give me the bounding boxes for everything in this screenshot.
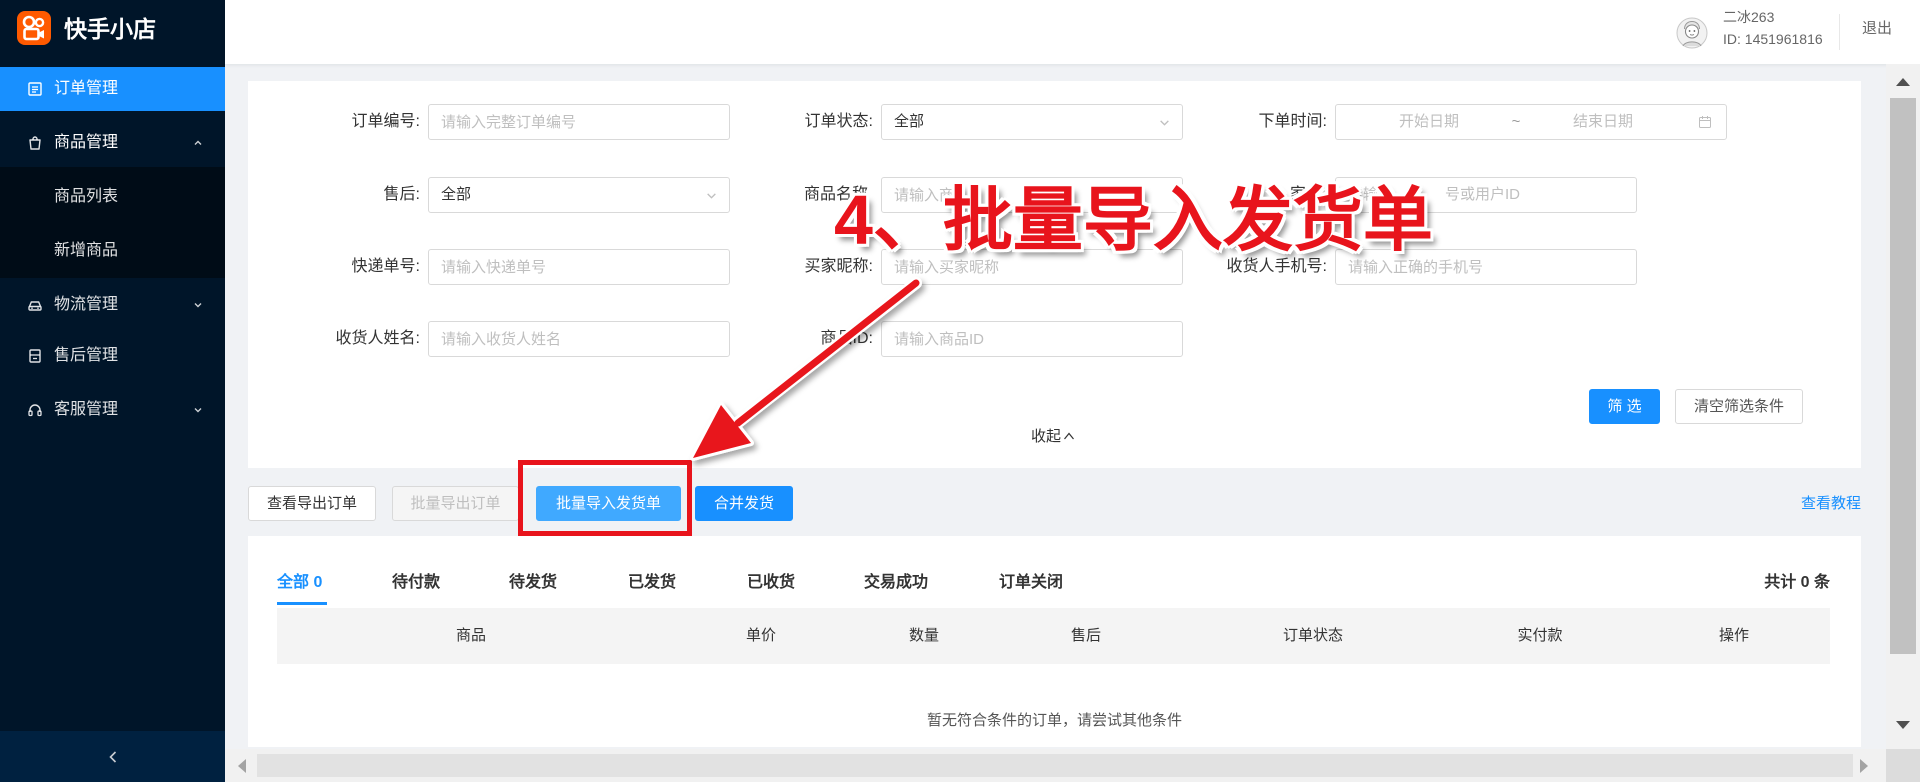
sidebar-item-label: 物流管理 (54, 296, 119, 313)
total-count: 共计 0 条 (1764, 574, 1830, 591)
filter-panel: 订单编号: 订单状态: 全部 下单时间: 开始日期 ~ 结束日期 售后: 全部 … (248, 81, 1861, 468)
express-no-label: 快递单号: (351, 258, 420, 275)
header-divider (1839, 14, 1840, 50)
logo-area[interactable]: 快手小店 (0, 0, 225, 67)
sidebar-item-logistics[interactable]: 物流管理 (0, 283, 225, 327)
chevron-left-icon (109, 751, 117, 763)
headset-icon (28, 404, 42, 417)
horizontal-scrollbar-thumb[interactable] (257, 754, 1853, 777)
top-header: 二冰263 ID: 1451961816 退出 (225, 0, 1920, 64)
car-icon (28, 301, 42, 311)
tab-completed[interactable]: 交易成功 (864, 571, 928, 595)
order-time-range-picker[interactable]: 开始日期 ~ 结束日期 (1335, 104, 1727, 140)
active-tab-underline (277, 602, 327, 605)
column-header-product: 商品 (455, 627, 486, 644)
date-range-separator: ~ (1511, 113, 1521, 130)
order-list-icon (28, 82, 42, 96)
receiver-name-label: 收货人姓名: (335, 330, 420, 347)
clear-filters-button[interactable]: 清空筛选条件 (1675, 389, 1803, 424)
empty-table-message: 暂无符合条件的订单，请尝试其他条件 (926, 712, 1182, 729)
logout-link[interactable]: 退出 (1862, 18, 1892, 40)
after-sales-icon (29, 349, 41, 363)
scroll-down-arrow-icon[interactable] (1896, 721, 1910, 729)
sidebar-subitem-add-product[interactable]: 新增商品 (0, 229, 225, 273)
collapse-label: 收起 (1030, 428, 1061, 445)
search-button[interactable]: 筛 选 (1589, 389, 1660, 424)
sidebar-collapse-button[interactable] (0, 731, 225, 782)
view-export-orders-button[interactable]: 查看导出订单 (248, 486, 376, 521)
merge-shipping-button[interactable]: 合并发货 (695, 486, 793, 521)
sidebar-item-customer-service[interactable]: 客服管理 (0, 388, 225, 432)
avatar-icon[interactable] (1676, 17, 1708, 49)
tab-received[interactable]: 已收货 (747, 571, 795, 595)
tab-closed[interactable]: 订单关闭 (999, 571, 1063, 595)
column-header-actions: 操作 (1718, 627, 1749, 644)
annotation-highlight-box (518, 460, 692, 536)
tab-pending-shipment[interactable]: 待发货 (509, 571, 557, 595)
tutorial-link[interactable]: 查看教程 (1801, 492, 1861, 516)
sidebar-item-label: 商品管理 (54, 134, 119, 151)
scroll-right-arrow-icon[interactable] (1860, 759, 1868, 773)
end-date-placeholder[interactable]: 结束日期 (1563, 105, 1643, 139)
column-header-order-status: 订单状态 (1282, 627, 1343, 644)
after-sale-label: 售后: (383, 186, 420, 203)
order-status-value: 全部 (894, 113, 925, 130)
tab-shipped[interactable]: 已发货 (628, 571, 676, 595)
tab-pending-payment[interactable]: 待付款 (392, 571, 440, 595)
logo-text: 快手小店 (64, 16, 156, 42)
express-no-input[interactable] (428, 249, 730, 285)
shopping-bag-icon (29, 136, 41, 150)
after-sale-select[interactable]: 全部 (428, 177, 730, 213)
horizontal-scrollbar[interactable] (225, 749, 1886, 782)
chevron-down-icon (194, 303, 202, 308)
user-id: ID: 1451961816 (1723, 31, 1823, 47)
order-time-label: 下单时间: (1258, 113, 1327, 130)
sidebar-item-label: 订单管理 (54, 80, 119, 97)
sidebar-subitem-label: 商品列表 (54, 188, 119, 205)
column-header-after-sale: 售后 (1070, 627, 1101, 644)
sidebar-subitem-label: 新增商品 (54, 242, 119, 259)
chevron-up-icon (1064, 432, 1074, 440)
scroll-up-arrow-icon[interactable] (1896, 78, 1910, 86)
column-header-paid-amount: 实付款 (1517, 627, 1563, 644)
table-header: 商品 单价 数量 售后 订单状态 实付款 操作 (277, 608, 1830, 664)
start-date-placeholder[interactable]: 开始日期 (1389, 105, 1469, 139)
vertical-scrollbar-thumb[interactable] (1890, 98, 1916, 654)
sidebar-item-after-sales[interactable]: 售后管理 (0, 334, 225, 378)
column-header-quantity: 数量 (908, 627, 939, 644)
calendar-icon (1699, 116, 1711, 128)
product-id-label: 商品ID: (820, 330, 873, 347)
order-no-input[interactable] (428, 104, 730, 140)
sidebar-item-products[interactable]: 商品管理 (0, 121, 225, 165)
batch-export-orders-button[interactable]: 批量导出订单 (392, 486, 519, 521)
product-id-input[interactable] (881, 321, 1183, 357)
sidebar-item-label: 售后管理 (54, 347, 119, 364)
scroll-left-arrow-icon[interactable] (238, 759, 246, 773)
tab-all[interactable]: 全部 0 (277, 571, 322, 595)
user-name: 二冰263 (1723, 9, 1775, 25)
scrollbar-corner (1886, 749, 1920, 782)
order-status-select[interactable]: 全部 (881, 104, 1183, 140)
sidebar-item-label: 客服管理 (54, 401, 119, 418)
chevron-up-icon (194, 140, 202, 145)
sidebar: 快手小店 订单管理 商品管理 商品列表 新增商品 物流管理 售后管理 客服管理 (0, 0, 225, 782)
order-status-label: 订单状态: (804, 113, 873, 130)
sidebar-item-orders[interactable]: 订单管理 (0, 67, 225, 111)
annotation-step-text: 4、批量导入发货单 (834, 181, 1433, 259)
kuaishou-shop-logo-icon (17, 11, 51, 45)
order-no-label: 订单编号: (351, 113, 420, 130)
receiver-name-input[interactable] (428, 321, 730, 357)
orders-panel: 全部 0 待付款 待发货 已发货 已收货 交易成功 订单关闭 共计 0 条 商品… (248, 536, 1861, 747)
buyer-id-placeholder-end: 号或用户ID (1445, 186, 1521, 203)
after-sale-value: 全部 (441, 186, 472, 203)
sidebar-subitem-product-list[interactable]: 商品列表 (0, 175, 225, 219)
chevron-down-icon (194, 408, 202, 413)
collapse-filters-toggle[interactable]: 收起 (1008, 425, 1098, 449)
vertical-scrollbar[interactable] (1886, 64, 1920, 749)
column-header-unit-price: 单价 (745, 627, 776, 644)
